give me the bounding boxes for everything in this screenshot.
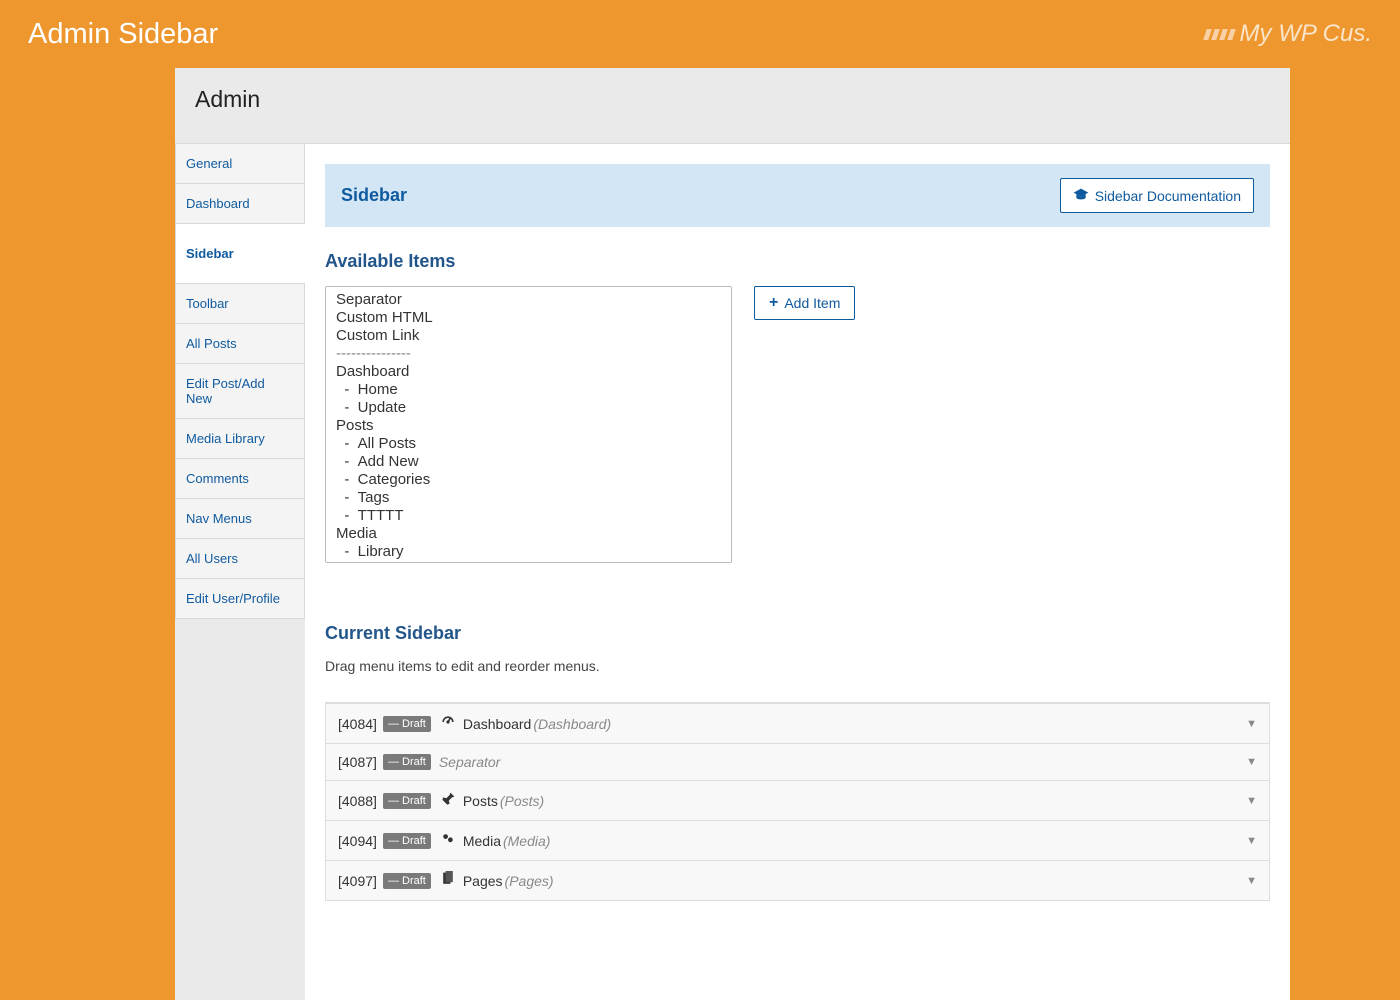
- page-icon: [439, 871, 457, 890]
- available-item-option[interactable]: Dashboard: [330, 363, 727, 381]
- subnav-item-sidebar[interactable]: Sidebar: [175, 223, 305, 283]
- panel-heading: Admin: [175, 68, 1290, 143]
- pin-icon: [439, 791, 457, 810]
- available-item-option[interactable]: - TTTTT: [330, 507, 727, 525]
- available-item-option[interactable]: - Home: [330, 381, 727, 399]
- available-item-option[interactable]: - Categories: [330, 471, 727, 489]
- draft-badge: — Draft: [383, 833, 431, 849]
- chevron-down-icon[interactable]: ▼: [1246, 835, 1257, 847]
- draft-badge: — Draft: [383, 793, 431, 809]
- add-item-button[interactable]: + Add Item: [754, 286, 855, 320]
- subnav-item-dashboard[interactable]: Dashboard: [175, 183, 305, 223]
- subnav-item-toolbar[interactable]: Toolbar: [175, 283, 305, 323]
- available-item-option[interactable]: - Library: [330, 543, 727, 561]
- row-id: [4097]: [338, 873, 377, 889]
- chevron-down-icon[interactable]: ▼: [1246, 718, 1257, 730]
- sidebar-row[interactable]: [4087] — Draft Separator ▼: [325, 744, 1270, 781]
- sidebar-row[interactable]: [4097] — Draft Pages (Pages) ▼: [325, 861, 1270, 901]
- chevron-down-icon[interactable]: ▼: [1246, 756, 1257, 768]
- available-item-option[interactable]: Custom HTML: [330, 309, 727, 327]
- admin-panel: Admin GeneralDashboardSidebarToolbarAll …: [175, 68, 1290, 1000]
- available-item-option[interactable]: Custom Link: [330, 327, 727, 345]
- available-item-option[interactable]: Posts: [330, 417, 727, 435]
- content-area: Sidebar Sidebar Documentation Available …: [305, 143, 1290, 1000]
- subnav-item-media-library[interactable]: Media Library: [175, 418, 305, 458]
- add-item-label: Add Item: [784, 295, 840, 311]
- reorder-hint: Drag menu items to edit and reorder menu…: [325, 658, 1270, 674]
- row-label: Dashboard: [463, 716, 532, 732]
- chevron-down-icon[interactable]: ▼: [1246, 795, 1257, 807]
- doc-button-label: Sidebar Documentation: [1095, 188, 1241, 204]
- brand-logo: My WP Cus.: [1205, 20, 1372, 48]
- row-label: Separator: [439, 754, 500, 770]
- subnav-item-all-users[interactable]: All Users: [175, 538, 305, 578]
- row-subtitle: (Posts): [500, 793, 544, 809]
- available-item-option[interactable]: - Tags: [330, 489, 727, 507]
- sub-navigation: GeneralDashboardSidebarToolbarAll PostsE…: [175, 143, 305, 1000]
- panel-body: GeneralDashboardSidebarToolbarAll PostsE…: [175, 143, 1290, 1000]
- subnav-item-general[interactable]: General: [175, 143, 305, 183]
- row-subtitle: (Media): [503, 833, 550, 849]
- plus-icon: +: [769, 296, 778, 310]
- row-label: Posts: [463, 793, 498, 809]
- sidebar-row[interactable]: [4084] — Draft Dashboard (Dashboard) ▼: [325, 703, 1270, 744]
- subnav-item-nav-menus[interactable]: Nav Menus: [175, 498, 305, 538]
- available-items-select[interactable]: SeparatorCustom HTMLCustom Link---------…: [325, 286, 732, 563]
- chevron-down-icon[interactable]: ▼: [1246, 875, 1257, 887]
- sidebar-row[interactable]: [4088] — Draft Posts (Posts) ▼: [325, 781, 1270, 821]
- available-items-row: SeparatorCustom HTMLCustom Link---------…: [325, 286, 1270, 563]
- brand-text: My WP Cus.: [1240, 20, 1372, 48]
- draft-badge: — Draft: [383, 873, 431, 889]
- sidebar-row[interactable]: [4094] — Draft Media (Media) ▼: [325, 821, 1270, 861]
- subnav-item-edit-post-add-new[interactable]: Edit Post/Add New: [175, 363, 305, 418]
- available-item-option[interactable]: - Add New: [330, 453, 727, 471]
- row-label: Media: [463, 833, 501, 849]
- available-items-heading: Available Items: [325, 251, 1270, 272]
- available-item-option[interactable]: ---------------: [330, 345, 727, 363]
- current-sidebar-heading: Current Sidebar: [325, 623, 1270, 644]
- sidebar-documentation-button[interactable]: Sidebar Documentation: [1060, 178, 1254, 213]
- row-label: Pages: [463, 873, 503, 889]
- row-id: [4088]: [338, 793, 377, 809]
- row-subtitle: (Dashboard): [533, 716, 611, 732]
- banner-title: Sidebar: [341, 185, 407, 206]
- subnav-item-comments[interactable]: Comments: [175, 458, 305, 498]
- graduation-cap-icon: [1073, 187, 1089, 204]
- sidebar-items-list: [4084]— DraftDashboard (Dashboard)▼[4087…: [325, 702, 1270, 901]
- media-icon: [439, 831, 457, 850]
- available-item-option[interactable]: Media: [330, 525, 727, 543]
- row-id: [4094]: [338, 833, 377, 849]
- page-title: Admin Sidebar: [28, 18, 218, 51]
- row-id: [4087]: [338, 754, 377, 770]
- draft-badge: — Draft: [383, 716, 431, 732]
- row-subtitle: (Pages): [505, 873, 554, 889]
- section-banner: Sidebar Sidebar Documentation: [325, 164, 1270, 227]
- available-item-option[interactable]: - All Posts: [330, 435, 727, 453]
- available-item-option[interactable]: Separator: [330, 291, 727, 309]
- subnav-item-all-posts[interactable]: All Posts: [175, 323, 305, 363]
- available-item-option[interactable]: - Update: [330, 399, 727, 417]
- subnav-item-edit-user-profile[interactable]: Edit User/Profile: [175, 578, 305, 619]
- draft-badge: — Draft: [383, 754, 431, 770]
- row-id: [4084]: [338, 716, 377, 732]
- brand-stripes-icon: [1205, 29, 1234, 40]
- dash-icon: [439, 714, 457, 733]
- topbar: Admin Sidebar My WP Cus.: [0, 0, 1400, 68]
